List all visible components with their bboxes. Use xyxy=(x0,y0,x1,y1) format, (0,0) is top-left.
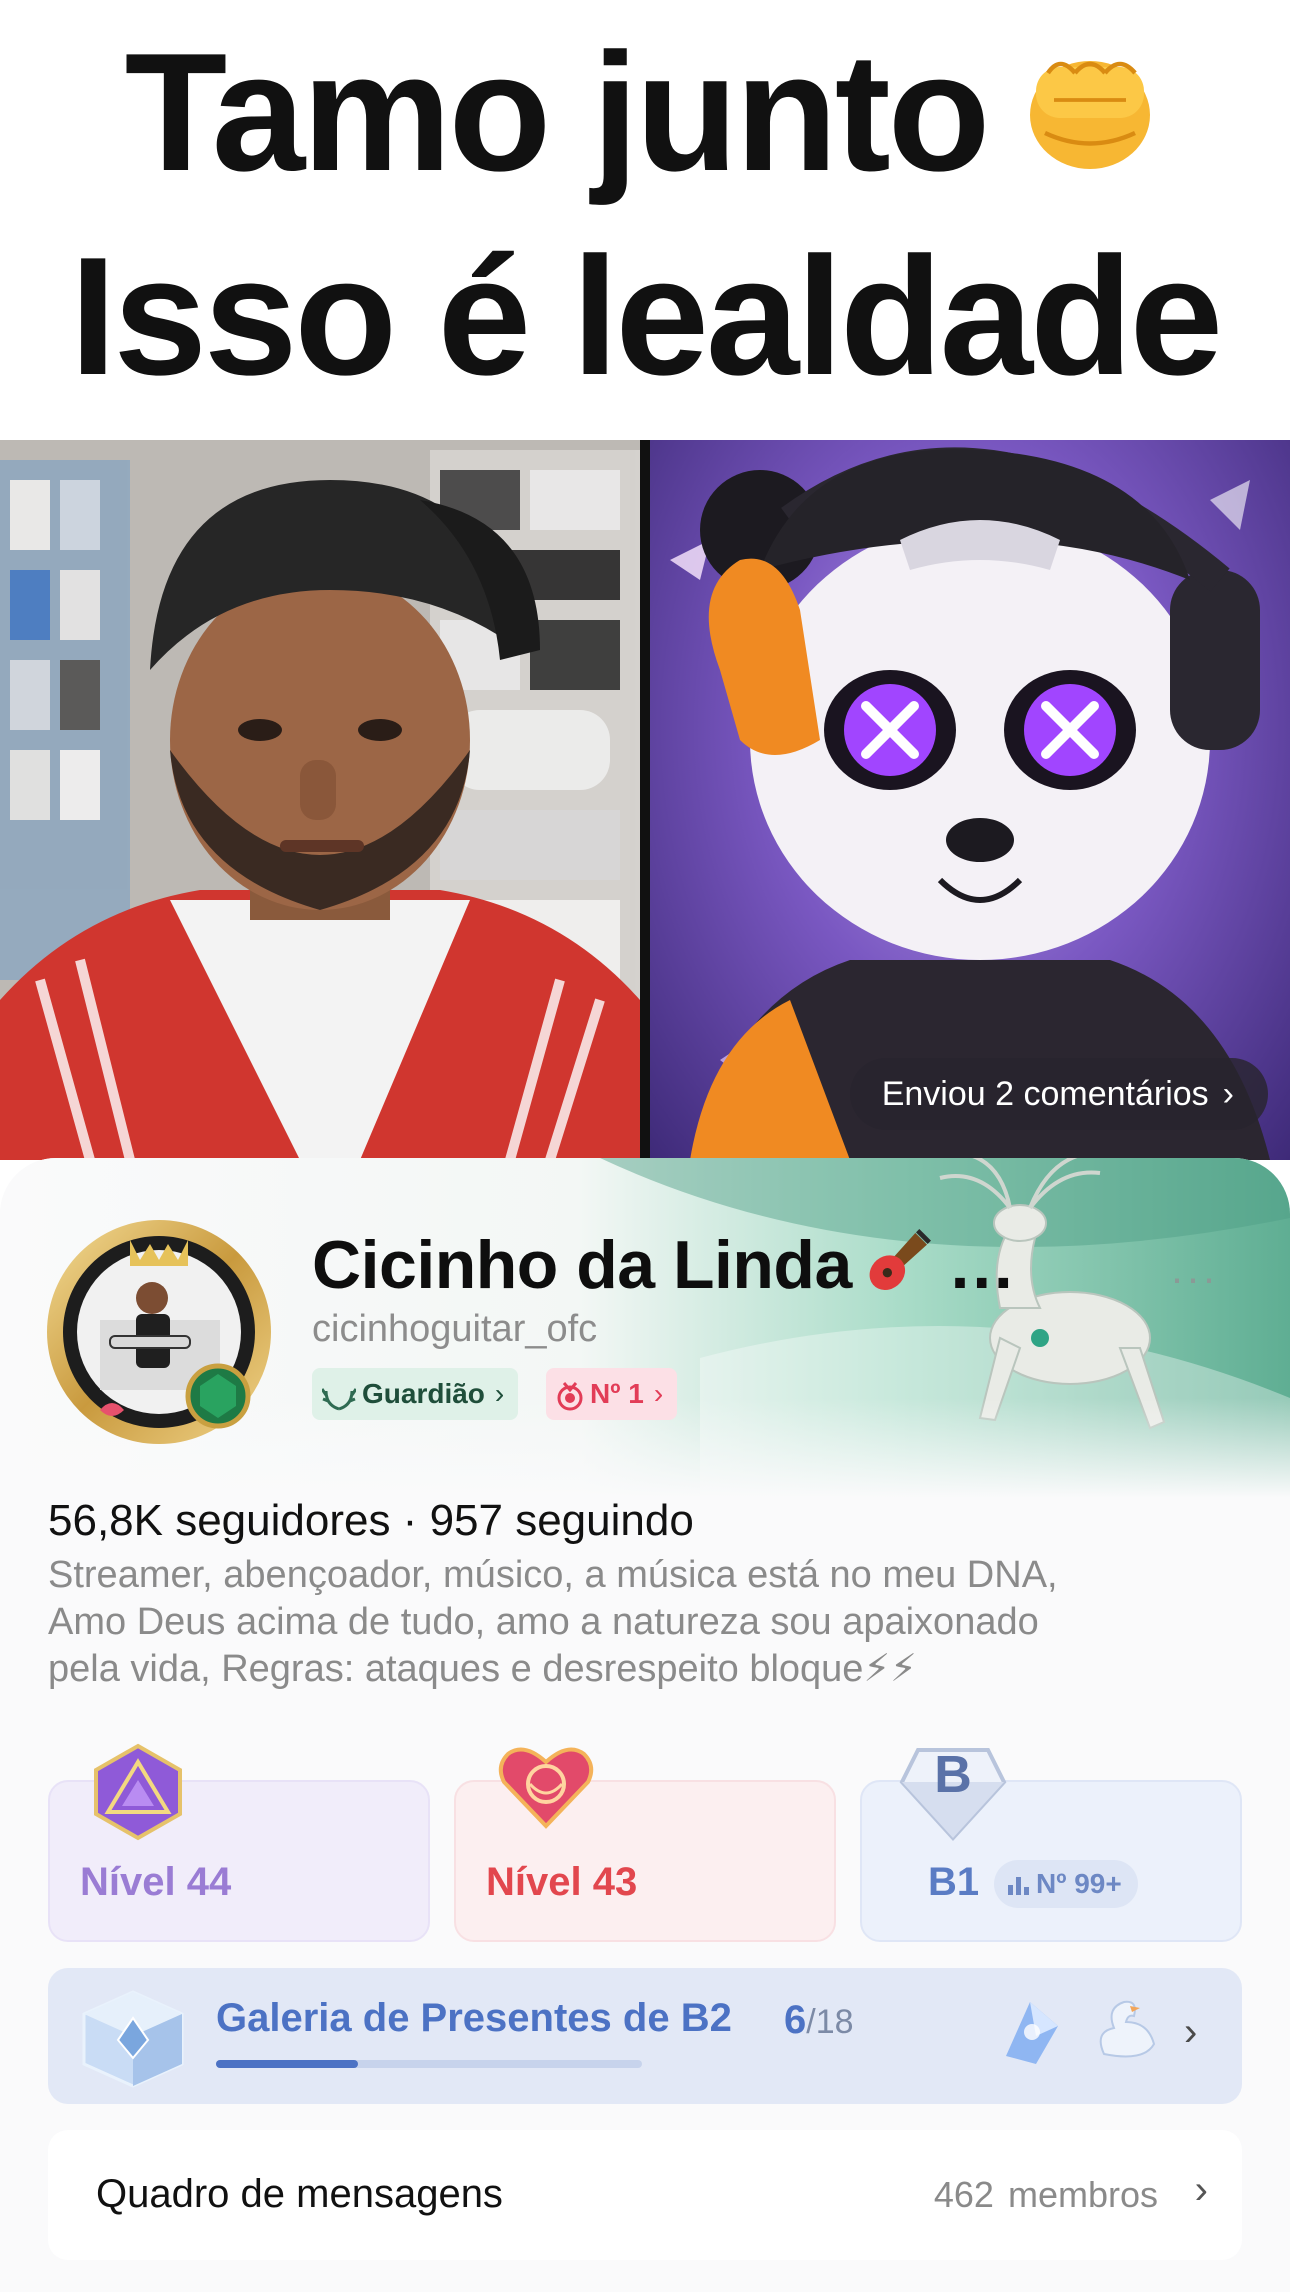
league-b-badge-icon: B xyxy=(899,1746,1007,1841)
gift-gallery-progress-fill xyxy=(216,2060,358,2068)
caption-line-1: Tamo junto xyxy=(124,18,991,206)
follower-stats[interactable]: 56,8K seguidores · 957 seguindo xyxy=(48,1496,694,1546)
league-label: B1 xyxy=(928,1860,980,1904)
rank-badge-label: Nº 1 xyxy=(590,1378,644,1409)
bio-line: Streamer, abençoador, músico, a música e… xyxy=(48,1554,1058,1596)
chevron-right-icon: › xyxy=(494,1378,505,1409)
gift-gallery-title: Galeria de Presentes de B2 xyxy=(216,1996,732,2040)
caption-line-2: Isso é lealdade xyxy=(69,222,1223,410)
bar-chart-icon xyxy=(1008,1877,1029,1895)
svg-text:B: B xyxy=(934,1746,972,1804)
members-count: 462 xyxy=(933,2174,994,2215)
gifter-level-label: Nível 43 xyxy=(486,1860,638,1904)
bio-line: pela vida, Regras: ataques e desrespeito… xyxy=(48,1648,917,1690)
rank-badge[interactable]: Nº 1 › xyxy=(546,1368,678,1420)
profile-name-text: Cicinho da Linda xyxy=(312,1227,852,1303)
message-board-title: Quadro de mensagens xyxy=(96,2172,503,2216)
guardian-badge[interactable]: Guardião › xyxy=(312,1368,519,1420)
purple-crystal-icon xyxy=(94,1743,182,1841)
name-truncation: … xyxy=(947,1227,1016,1303)
medal-icon xyxy=(557,1382,583,1411)
message-board-row[interactable]: Quadro de mensagens 462 membros › xyxy=(48,2130,1242,2260)
chevron-right-icon: › xyxy=(1222,1075,1234,1113)
profile-bio: Streamer, abençoador, músico, a música e… xyxy=(48,1552,1248,1693)
league-rank-label: Nº 99+ xyxy=(1036,1868,1122,1899)
profile-name: Cicinho da Linda … xyxy=(312,1226,1016,1304)
profile-avatar[interactable] xyxy=(40,1210,278,1448)
gift-gallery-row[interactable]: Galeria de Presentes de B2 6/18 › xyxy=(48,1968,1242,2104)
gift-gallery-total: /18 xyxy=(806,2003,854,2041)
gift-gallery-progress xyxy=(216,2060,642,2068)
guitar-emoji-icon xyxy=(869,1229,931,1291)
gift-gallery-count: 6/18 xyxy=(784,1998,854,2043)
profile-card: Cicinho da Linda … ··· cicinhoguitar_ofc… xyxy=(0,1158,1290,2292)
more-options-icon[interactable]: ··· xyxy=(1170,1254,1218,1302)
heart-gem-icon xyxy=(498,1747,594,1829)
fan-level-label: Nível 44 xyxy=(80,1860,232,1904)
chevron-right-icon: › xyxy=(653,1378,664,1409)
swan-gift-icon xyxy=(1099,2000,1156,2058)
sent-comments-label: Enviou 2 comentários xyxy=(881,1075,1209,1113)
fist-bump-emoji-icon xyxy=(1030,61,1151,169)
gifter-level-card[interactable]: Nível 43 xyxy=(454,1747,836,1942)
caption-overlay: Tamo junto Isso é lealdade xyxy=(0,0,1290,440)
sent-comments-button[interactable]: Enviou 2 comentários › xyxy=(849,1058,1268,1130)
league-rank-chip: Nº 99+ xyxy=(994,1860,1138,1908)
chevron-right-icon: › xyxy=(1184,2010,1198,2054)
guardian-badge-label: Guardião xyxy=(362,1378,485,1409)
league-card[interactable]: B B1 Nº 99+ xyxy=(860,1746,1242,1942)
antlers-icon xyxy=(320,1388,358,1411)
profile-handle: cicinhoguitar_ofc xyxy=(312,1308,598,1350)
crystal-gift-icon xyxy=(1006,2002,1058,2064)
gift-box-icon xyxy=(82,1990,184,2088)
panda-avatar-image xyxy=(650,440,1290,1160)
gift-gallery-current: 6 xyxy=(784,1998,807,2042)
duet-photos: Enviou 2 comentários › xyxy=(0,440,1290,1160)
streamer-camera-photo xyxy=(0,440,640,1160)
fan-level-card[interactable]: Nível 44 xyxy=(48,1743,430,1942)
message-board-members: 462 membros xyxy=(934,2174,1158,2216)
chevron-right-icon: › xyxy=(1194,2168,1208,2212)
members-label: membros xyxy=(1007,2174,1158,2215)
bio-line: Amo Deus acima de tudo, amo a natureza s… xyxy=(48,1601,1039,1643)
